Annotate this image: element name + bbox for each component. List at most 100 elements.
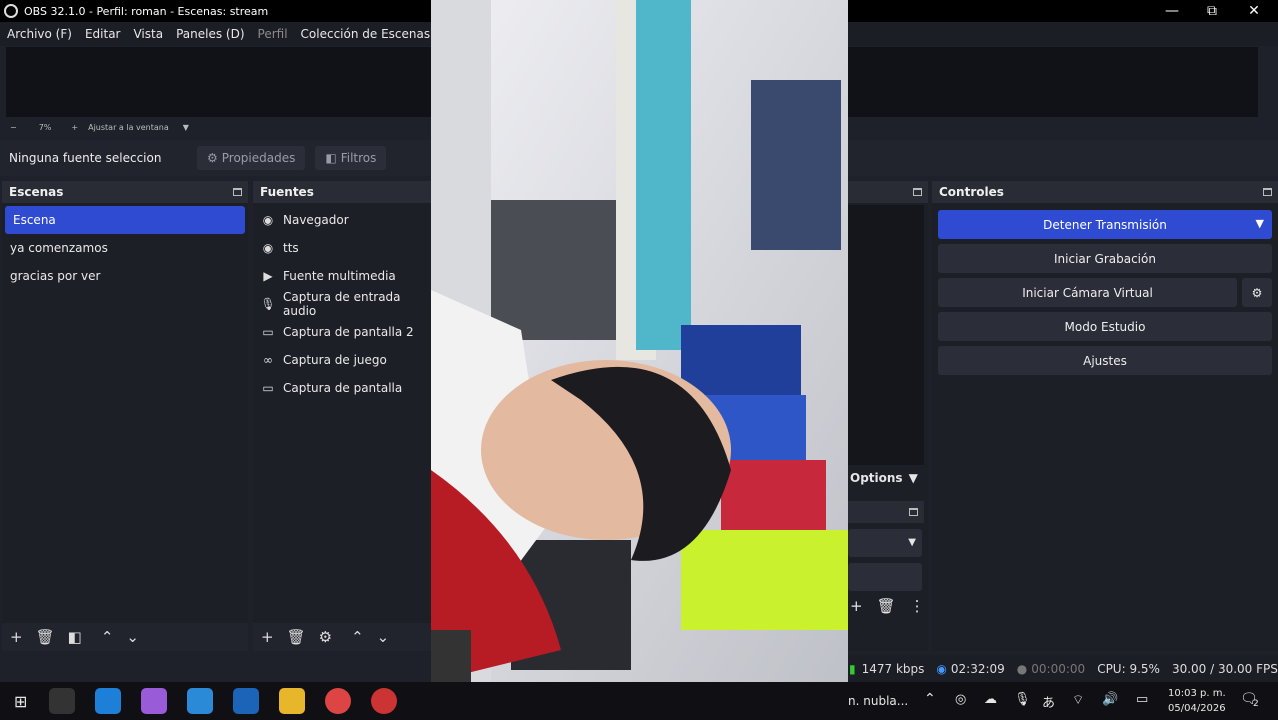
scenes-toolbar: + 🗑 ◧ ⌃ ⌄ xyxy=(2,623,248,651)
undock-icon[interactable] xyxy=(909,508,918,516)
scenes-dock: Escenas Escena ya comenzamos gracias por… xyxy=(2,181,248,651)
zoom-out-button[interactable]: − xyxy=(10,123,17,132)
undock-icon[interactable] xyxy=(1263,188,1272,196)
zoom-dropdown-icon[interactable]: ▼ xyxy=(183,123,189,132)
menu-vista[interactable]: Vista xyxy=(133,27,163,41)
scene-filters-icon[interactable]: ◧ xyxy=(68,628,82,646)
menu-coleccion-escenas[interactable]: Colección de Escenas xyxy=(301,27,431,41)
source-label: Captura de juego xyxy=(283,353,387,367)
source-item[interactable]: ◉ Navegador xyxy=(253,206,431,234)
undock-icon[interactable] xyxy=(913,188,922,196)
task-view-icon[interactable] xyxy=(49,688,76,714)
remove-transition-icon[interactable]: 🗑 xyxy=(877,597,896,615)
menu-paneles[interactable]: Paneles (D) xyxy=(176,27,244,41)
record-time: 00:00:00 xyxy=(1031,661,1086,676)
restore-button[interactable]: ⧉ xyxy=(1192,0,1232,22)
minimize-button[interactable]: — xyxy=(1152,0,1192,22)
file-explorer-icon[interactable] xyxy=(279,688,306,714)
scene-item[interactable]: gracias por ver xyxy=(2,262,248,290)
scene-label: gracias por ver xyxy=(10,269,101,283)
volume-icon[interactable]: 🔊 xyxy=(1102,692,1118,707)
sources-toolbar: + 🗑 ⚙ ⌃ ⌄ xyxy=(253,623,431,651)
add-transition-icon[interactable]: + xyxy=(850,597,863,615)
transition-select[interactable]: ▼ xyxy=(848,529,922,557)
chrome-icon[interactable] xyxy=(325,688,352,714)
source-item[interactable]: ◉ tts xyxy=(253,234,431,262)
sources-header: Fuentes xyxy=(253,181,431,203)
source-item[interactable]: ∞ Captura de juego xyxy=(253,346,431,374)
properties-button[interactable]: ⚙ Propiedades xyxy=(197,146,306,170)
zoom-value: 7% xyxy=(38,122,52,132)
source-label: Navegador xyxy=(283,213,349,227)
scenes-header: Escenas xyxy=(2,181,248,203)
windows-start-icon[interactable]: ⊞ xyxy=(14,692,27,711)
stop-streaming-button[interactable]: Detener Transmisión ▼ xyxy=(938,210,1272,239)
battery-icon[interactable]: ▭ xyxy=(1136,692,1148,707)
monitor-icon: ▭ xyxy=(262,325,274,339)
more-icon[interactable]: ⋮ xyxy=(910,597,925,615)
settings-label: Ajustes xyxy=(1083,353,1127,368)
stream-time: 02:32:09 xyxy=(950,661,1005,676)
language-icon[interactable]: あ xyxy=(1042,692,1055,711)
chrome-icon[interactable] xyxy=(371,688,398,714)
move-down-icon[interactable]: ⌄ xyxy=(377,628,390,646)
start-recording-button[interactable]: Iniciar Grabación xyxy=(938,244,1272,273)
source-item[interactable]: ▭ Captura de pantalla 2 xyxy=(253,318,431,346)
remove-source-icon[interactable]: 🗑 xyxy=(287,628,306,646)
source-item[interactable]: ▭ Captura de pantalla xyxy=(253,374,431,402)
add-source-icon[interactable]: + xyxy=(261,628,274,646)
audio-mixer-dock: Options ▼ ▼ + 🗑 ⋮ xyxy=(848,181,928,651)
start-virtual-camera-button[interactable]: Iniciar Cámara Virtual xyxy=(938,278,1237,307)
scene-item[interactable]: Escena xyxy=(5,206,245,234)
options-button[interactable]: Options ▼ xyxy=(850,471,918,485)
close-button[interactable]: ✕ xyxy=(1234,0,1274,22)
filters-button[interactable]: ◧ Filtros xyxy=(315,146,387,170)
mixer-header xyxy=(848,181,928,203)
obs-logo-icon xyxy=(4,4,18,18)
start-recording-label: Iniciar Grabación xyxy=(1054,251,1156,266)
source-item[interactable]: ▶ Fuente multimedia xyxy=(253,262,431,290)
chevron-up-icon[interactable]: ⌃ xyxy=(924,691,936,707)
webcam-overlay xyxy=(431,0,848,682)
menu-perfil[interactable]: Perfil xyxy=(258,27,288,41)
zoom-bar: − 7% + Ajustar a la ventana ▼ xyxy=(0,118,430,136)
microphone-icon[interactable]: 🎙 xyxy=(1014,692,1031,707)
globe-icon: ◉ xyxy=(262,241,274,255)
cloud-icon[interactable]: ☁ xyxy=(984,692,997,707)
obs-tray-icon[interactable]: ◎ xyxy=(955,692,966,707)
scene-item[interactable]: ya comenzamos xyxy=(2,234,248,262)
source-properties-icon[interactable]: ⚙ xyxy=(319,628,332,646)
virtual-camera-settings-button[interactable]: ⚙ xyxy=(1242,278,1272,307)
zoom-in-button[interactable]: + xyxy=(71,123,78,132)
menu-archivo[interactable]: Archivo (F) xyxy=(7,27,72,41)
source-item[interactable]: 🎙 Captura de entrada audio xyxy=(253,290,431,318)
sources-title: Fuentes xyxy=(260,185,314,199)
sources-list: ◉ Navegador ◉ tts ▶ Fuente multimedia 🎙 Capt… xyxy=(253,203,431,402)
edge-icon[interactable] xyxy=(95,688,122,714)
add-scene-icon[interactable]: + xyxy=(10,628,23,646)
menu-editar[interactable]: Editar xyxy=(85,27,121,41)
chevron-down-icon[interactable]: ▼ xyxy=(1256,217,1264,230)
sources-dock: Fuentes ◉ Navegador ◉ tts ▶ Fuente multimed… xyxy=(253,181,431,651)
store-icon[interactable] xyxy=(187,688,214,714)
move-up-icon[interactable]: ⌃ xyxy=(101,628,114,646)
fps-value: 30.00 / 30.00 FPS xyxy=(1171,661,1278,676)
monitor-icon: ▭ xyxy=(262,381,274,395)
settings-button[interactable]: Ajustes xyxy=(938,346,1272,375)
undock-icon[interactable] xyxy=(233,188,242,196)
duration-spinner[interactable] xyxy=(848,563,922,591)
clock[interactable]: 10:03 p. m. 05/04/2026 xyxy=(1168,686,1226,716)
remove-scene-icon[interactable]: 🗑 xyxy=(36,628,55,646)
copilot-icon[interactable] xyxy=(141,688,168,714)
wifi-icon[interactable]: ⌔ xyxy=(1072,692,1084,708)
chevron-down-icon: ▼ xyxy=(908,537,916,548)
move-down-icon[interactable]: ⌄ xyxy=(126,628,139,646)
weather-text[interactable]: n. nubla... xyxy=(848,694,908,708)
zoom-fit-label[interactable]: Ajustar a la ventana xyxy=(88,123,169,132)
scene-label: Escena xyxy=(13,213,56,227)
outlook-icon[interactable] xyxy=(233,688,260,714)
move-up-icon[interactable]: ⌃ xyxy=(351,628,364,646)
studio-mode-button[interactable]: Modo Estudio xyxy=(938,312,1272,341)
gear-icon: ⚙ xyxy=(207,151,218,165)
transitions-header xyxy=(848,501,924,523)
